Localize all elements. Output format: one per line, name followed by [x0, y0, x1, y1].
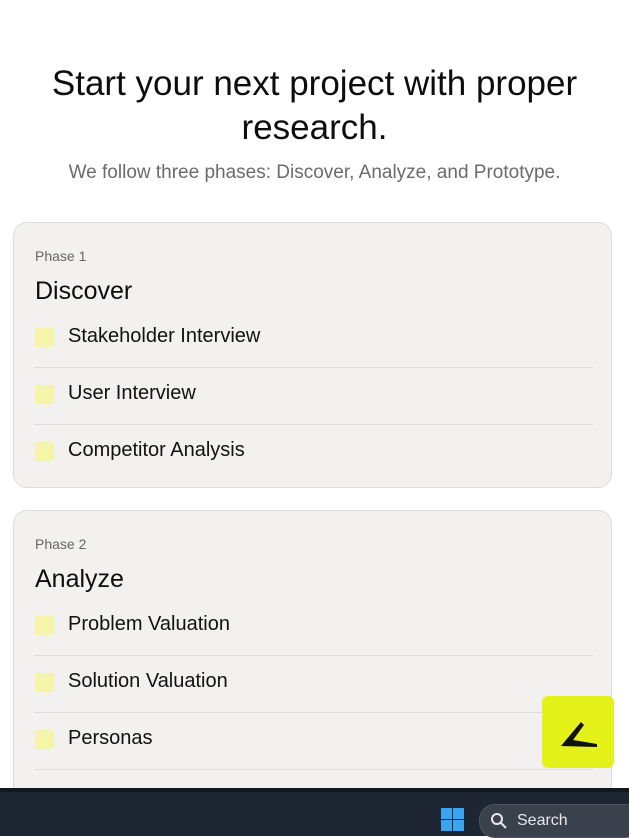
- taskbar-search-button[interactable]: Search: [479, 804, 629, 838]
- chat-launcher-button[interactable]: [542, 696, 614, 768]
- list-item-label: Personas: [68, 727, 153, 749]
- phase-label: Phase 1: [35, 248, 87, 264]
- list-item: Competitor Analysis: [35, 425, 593, 482]
- page-subtitle: We follow three phases: Discover, Analyz…: [68, 162, 561, 183]
- phase-card-2: Phase 2 Analyze Problem Valuation Soluti…: [13, 510, 612, 788]
- list-item: Personas: [35, 713, 593, 770]
- bullet-square-icon: [35, 442, 54, 461]
- bullet-square-icon: [35, 385, 54, 404]
- phase-item-list: Problem Valuation Solution Valuation Per…: [35, 599, 593, 770]
- search-icon: [491, 813, 507, 829]
- windows-icon[interactable]: [441, 808, 464, 831]
- brand-logo-icon: [561, 722, 597, 747]
- list-item: Stakeholder Interview: [35, 311, 593, 368]
- list-item-label: User Interview: [68, 382, 196, 404]
- list-item: User Interview: [35, 368, 593, 425]
- taskbar-edge: [0, 788, 629, 792]
- phase-title: Analyze: [35, 565, 124, 593]
- search-label: Search: [517, 812, 568, 829]
- list-item-label: Problem Valuation: [68, 613, 230, 635]
- page-title: Start your next project with proper rese…: [51, 64, 578, 147]
- phase-label: Phase 2: [35, 536, 87, 552]
- page: Start your next project with proper rese…: [0, 0, 629, 788]
- list-item: Solution Valuation: [35, 656, 593, 713]
- list-item-label: Solution Valuation: [68, 670, 228, 692]
- phase-card-1: Phase 1 Discover Stakeholder Interview U…: [13, 222, 612, 488]
- phase-item-list: Stakeholder Interview User Interview Com…: [35, 311, 593, 482]
- list-item: Problem Valuation: [35, 599, 593, 656]
- bullet-square-icon: [35, 328, 54, 347]
- bullet-square-icon: [35, 730, 54, 749]
- bullet-square-icon: [35, 673, 54, 692]
- list-item-label: Competitor Analysis: [68, 439, 245, 461]
- phase-title: Discover: [35, 277, 133, 305]
- list-item-label: Stakeholder Interview: [68, 325, 261, 347]
- bullet-square-icon: [35, 616, 54, 635]
